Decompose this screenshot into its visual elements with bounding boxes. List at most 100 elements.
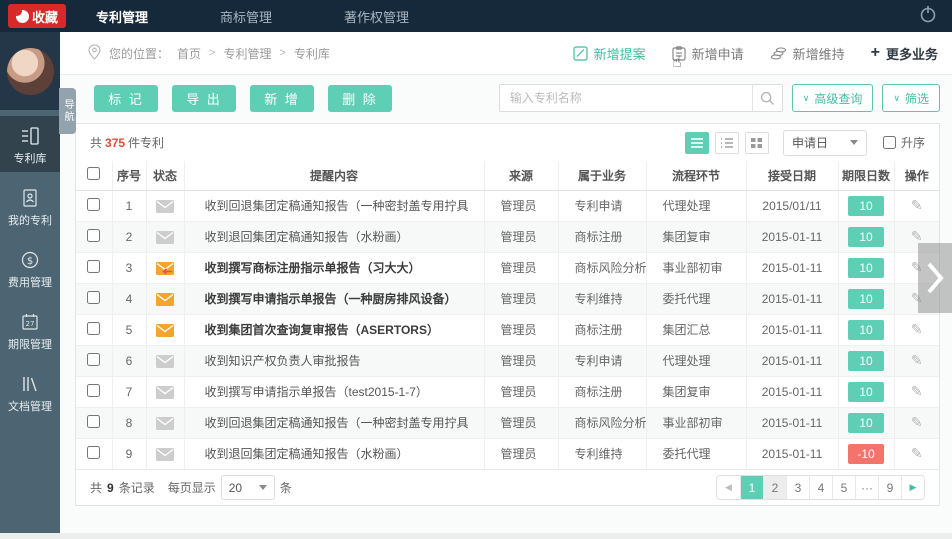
breadcrumb-bar: 您的位置： 首页 > 专利管理 > 专利库 新增提案 bbox=[60, 32, 952, 75]
new-maintain-button[interactable]: 新增维持 bbox=[770, 44, 845, 63]
edit-icon[interactable]: ✎ bbox=[911, 197, 923, 213]
calendar-icon: 27 bbox=[20, 312, 40, 332]
caret-down-icon bbox=[259, 485, 267, 490]
row-checkbox[interactable] bbox=[87, 353, 100, 366]
top-nav-trademark[interactable]: 商标管理 bbox=[220, 7, 272, 26]
add-button[interactable]: 新 增 bbox=[250, 85, 314, 112]
row-checkbox[interactable] bbox=[87, 384, 100, 397]
table-row[interactable]: 1 收到回退集团定稿通知报告（一种密封盖专用拧具 管理员 专利申请 代理处理 2… bbox=[76, 190, 939, 221]
view-detail-toggle[interactable] bbox=[715, 132, 739, 154]
compose-icon bbox=[573, 46, 588, 61]
more-business-button[interactable]: + 更多业务 bbox=[871, 44, 938, 63]
top-nav-copyright[interactable]: 著作权管理 bbox=[344, 7, 409, 26]
pagination-page-3[interactable]: 3 bbox=[786, 476, 809, 499]
breadcrumb: 您的位置： 首页 > 专利管理 > 专利库 bbox=[88, 44, 330, 63]
pagination-prev[interactable]: ◀ bbox=[717, 476, 740, 499]
col-step: 流程环节 bbox=[646, 161, 746, 190]
row-checkbox[interactable] bbox=[87, 322, 100, 335]
location-pin-icon bbox=[88, 44, 101, 63]
power-icon[interactable] bbox=[918, 4, 938, 29]
export-button[interactable]: 导 出 bbox=[172, 85, 236, 112]
breadcrumb-home[interactable]: 首页 bbox=[177, 45, 201, 62]
search-button[interactable] bbox=[752, 85, 782, 111]
sidebar-item-patent-library[interactable]: 专利库 bbox=[0, 116, 60, 172]
col-status: 状态 bbox=[146, 161, 184, 190]
per-page-dropdown[interactable]: 20 bbox=[221, 475, 275, 500]
advanced-query-button[interactable]: ∨ 高级查询 bbox=[792, 84, 874, 112]
sidebar-item-fees[interactable]: $ 费用管理 bbox=[0, 240, 60, 296]
row-checkbox[interactable] bbox=[87, 415, 100, 428]
table-row[interactable]: 3 收到撰写商标注册指示单报告（习大大） 管理员 商标风险分析 事业部初审 20… bbox=[76, 252, 939, 283]
edit-icon[interactable]: ✎ bbox=[911, 228, 923, 244]
sidebar-item-my-patents[interactable]: 我的专利 bbox=[0, 178, 60, 234]
row-checkbox[interactable] bbox=[87, 198, 100, 211]
pagination-page-1[interactable]: 1 bbox=[740, 476, 763, 499]
view-list-toggle[interactable] bbox=[685, 132, 709, 154]
view-grid-toggle[interactable] bbox=[745, 132, 769, 154]
top-nav-patent[interactable]: 专利管理 bbox=[96, 7, 148, 26]
total-count-number: 375 bbox=[105, 136, 125, 150]
table-footer: 共 9 条记录 每页显示 20 条 ◀ 1 2 3 4 5 bbox=[76, 469, 939, 505]
table-row[interactable]: 7 收到撰写申请指示单报告（test2015-1-7） 管理员 商标注册 集团复… bbox=[76, 376, 939, 407]
avatar[interactable] bbox=[7, 48, 54, 95]
ascending-checkbox-label: 升序 bbox=[883, 134, 925, 151]
mail-returned-icon bbox=[156, 262, 174, 275]
deadline-badge: 10 bbox=[848, 289, 884, 309]
mail-read-icon bbox=[156, 355, 174, 368]
next-panel-arrow[interactable] bbox=[918, 243, 952, 313]
table-row[interactable]: 6 收到知识产权负责人审批报告 管理员 专利申请 代理处理 2015-01-11… bbox=[76, 345, 939, 376]
search-input[interactable] bbox=[500, 85, 752, 111]
sidebar-item-deadlines[interactable]: 27 期限管理 bbox=[0, 302, 60, 358]
ascending-checkbox[interactable] bbox=[883, 136, 896, 149]
patent-table: 序号 状态 提醒内容 来源 属于业务 流程环节 接受日期 期限日数 操作 1 bbox=[76, 161, 939, 469]
fee-icon: $ bbox=[20, 250, 40, 270]
table-row[interactable]: 4 收到撰写申请指示单报告（一种厨房排风设备） 管理员 专利维持 委托代理 20… bbox=[76, 283, 939, 314]
edit-icon[interactable]: ✎ bbox=[911, 414, 923, 430]
pagination-page-9[interactable]: 9 bbox=[878, 476, 901, 499]
breadcrumb-patent-mgmt[interactable]: 专利管理 bbox=[223, 45, 271, 62]
table-row[interactable]: 2 收到退回集团定稿通知报告（水粉画） 管理员 商标注册 集团复审 2015-0… bbox=[76, 221, 939, 252]
pagination-page-5[interactable]: 5 bbox=[832, 476, 855, 499]
row-checkbox[interactable] bbox=[87, 446, 100, 459]
filter-button[interactable]: ∨ 筛选 bbox=[882, 84, 940, 112]
new-application-button[interactable]: 新增申请 bbox=[672, 44, 744, 63]
mail-unread-icon bbox=[156, 293, 174, 306]
cursor-icon: ☝ bbox=[672, 52, 682, 71]
row-checkbox[interactable] bbox=[87, 260, 100, 273]
new-proposal-button[interactable]: 新增提案 bbox=[573, 44, 646, 63]
svg-text:27: 27 bbox=[26, 320, 35, 328]
bottom-strip bbox=[0, 533, 952, 539]
list-controls: 申请日 升序 bbox=[679, 130, 925, 156]
table-body: 1 收到回退集团定稿通知报告（一种密封盖专用拧具 管理员 专利申请 代理处理 2… bbox=[76, 190, 939, 469]
edit-icon[interactable]: ✎ bbox=[911, 383, 923, 399]
row-checkbox[interactable] bbox=[87, 229, 100, 242]
table-row[interactable]: 5 收到集团首次查询复审报告（ASERTORS） 管理员 商标注册 集团汇总 2… bbox=[76, 314, 939, 345]
edit-icon[interactable]: ✎ bbox=[911, 445, 923, 461]
select-all-checkbox[interactable] bbox=[87, 167, 100, 180]
table-row[interactable]: 8 收到回退集团定稿通知报告（一种密封盖专用拧具 管理员 商标风险分析 事业部初… bbox=[76, 407, 939, 438]
svg-text:$: $ bbox=[27, 256, 33, 267]
row-checkbox[interactable] bbox=[87, 291, 100, 304]
sidebar: 专利库 我的专利 $ 费用管理 bbox=[0, 32, 60, 533]
col-content: 提醒内容 bbox=[184, 161, 484, 190]
col-op: 操作 bbox=[894, 161, 939, 190]
sort-field-dropdown[interactable]: 申请日 bbox=[783, 130, 867, 156]
pagination-next[interactable]: ▶ bbox=[901, 476, 924, 499]
delete-button[interactable]: 删 除 bbox=[328, 85, 392, 112]
deadline-badge-overdue: -10 bbox=[848, 444, 884, 464]
edit-icon[interactable]: ✎ bbox=[911, 321, 923, 337]
pagination-page-4[interactable]: 4 bbox=[809, 476, 832, 499]
deadline-badge: 10 bbox=[848, 320, 884, 340]
table-row[interactable]: 9 收到退回集团定稿通知报告（水粉画） 管理员 专利维持 委托代理 2015-0… bbox=[76, 438, 939, 469]
sidebar-item-documents[interactable]: 文档管理 bbox=[0, 364, 60, 420]
sidebar-item-label: 文档管理 bbox=[8, 398, 52, 414]
pagination-page-2[interactable]: 2 bbox=[763, 476, 786, 499]
chevron-right-icon bbox=[926, 261, 944, 295]
app-logo[interactable]: 收藏 bbox=[8, 4, 66, 28]
mail-read-icon bbox=[156, 200, 174, 213]
mark-button[interactable]: 标 记 bbox=[94, 85, 158, 112]
edit-icon[interactable]: ✎ bbox=[911, 352, 923, 368]
nav-collapse-tab[interactable]: 导航 bbox=[59, 88, 76, 134]
list-header: 共375件专利 bbox=[76, 124, 939, 161]
col-source: 来源 bbox=[484, 161, 558, 190]
